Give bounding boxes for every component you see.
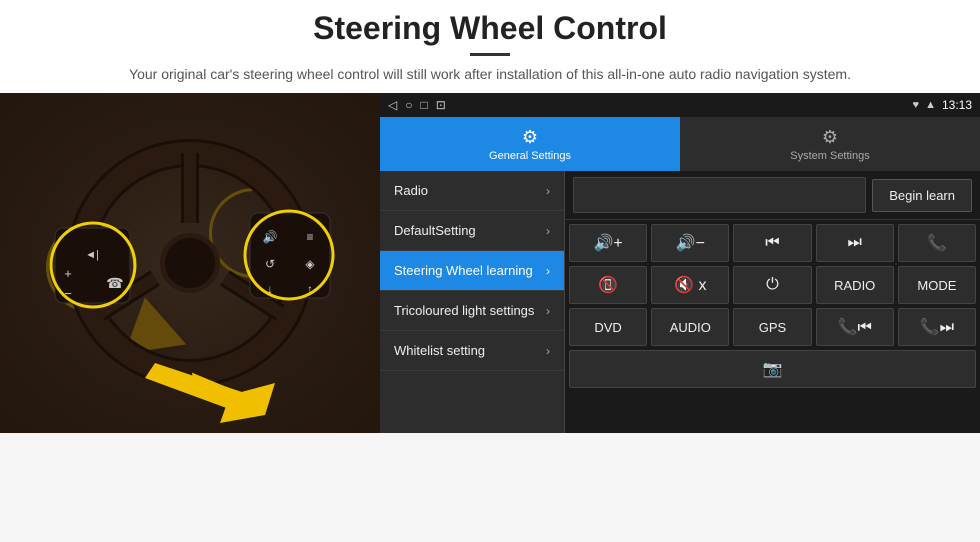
vol-up-button[interactable]: 🔊+ — [569, 224, 647, 262]
mode-button[interactable]: MODE — [898, 266, 976, 304]
menu-item-whitelist[interactable]: Whitelist setting › — [380, 331, 564, 371]
tab-system-settings[interactable]: ⚙ System Settings — [680, 117, 980, 171]
tab-general-label: General Settings — [489, 150, 571, 162]
menu-item-radio-label: Radio — [394, 183, 546, 198]
dvd-button[interactable]: DVD — [569, 308, 647, 346]
tel-next-button[interactable]: 📞⏭ — [898, 308, 976, 346]
android-ui: ◁ ○ □ ⊡ ♥ ▲ 13:13 ⚙ General Settings ⚙ S… — [380, 93, 980, 433]
control-row-3: DVD AUDIO GPS 📞⏮ 📞⏭ — [569, 308, 976, 346]
svg-text:≡: ≡ — [306, 230, 313, 244]
svg-text:☎: ☎ — [106, 275, 123, 291]
steering-wheel-image: ◄| + − ☎ 🔊 ≡ ↺ ◈ ↓ ↑ — [0, 93, 380, 433]
status-bar-right: ♥ ▲ 13:13 — [913, 98, 972, 112]
menu-item-defaultsetting[interactable]: DefaultSetting › — [380, 211, 564, 251]
next-track-button[interactable]: ⏭ — [816, 224, 894, 262]
menu-item-defaultsetting-label: DefaultSetting — [394, 223, 546, 238]
bottom-section: ◄| + − ☎ 🔊 ≡ ↺ ◈ ↓ ↑ — [0, 93, 980, 433]
page-title: Steering Wheel Control — [40, 10, 940, 47]
right-panel: Begin learn 🔊+ 🔊− ⏮ ⏭ 📞 📵 � — [565, 171, 980, 433]
prev-track-button[interactable]: ⏮ — [733, 224, 811, 262]
begin-learn-row: Begin learn — [565, 171, 980, 220]
back-icon[interactable]: ◁ — [388, 98, 397, 112]
tab-system-label: System Settings — [790, 150, 869, 162]
svg-text:↺: ↺ — [265, 257, 275, 271]
steering-bg: ◄| + − ☎ 🔊 ≡ ↺ ◈ ↓ ↑ — [0, 93, 380, 433]
screenshot-icon[interactable]: ⊡ — [436, 98, 446, 112]
chevron-icon-default: › — [546, 224, 550, 238]
control-row-2: 📵 🔇 x ⏻ RADIO MODE — [569, 266, 976, 304]
radio-button[interactable]: RADIO — [816, 266, 894, 304]
vol-down-button[interactable]: 🔊− — [651, 224, 729, 262]
top-section: Steering Wheel Control Your original car… — [0, 0, 980, 93]
status-bar-nav: ◁ ○ □ ⊡ — [388, 98, 446, 112]
media-button[interactable]: 📷 — [569, 350, 976, 388]
chevron-icon-steering: › — [546, 264, 550, 278]
learn-input-box — [573, 177, 866, 213]
page-subtitle: Your original car's steering wheel contr… — [40, 64, 940, 85]
system-settings-icon: ⚙ — [822, 127, 838, 148]
tab-general-settings[interactable]: ⚙ General Settings — [380, 117, 680, 171]
menu-list: Radio › DefaultSetting › Steering Wheel … — [380, 171, 565, 433]
steering-wheel-svg: ◄| + − ☎ 🔊 ≡ ↺ ◈ ↓ ↑ — [0, 93, 380, 433]
menu-item-radio[interactable]: Radio › — [380, 171, 564, 211]
phone-button[interactable]: 📞 — [898, 224, 976, 262]
control-row-4: 📷 — [569, 350, 976, 388]
begin-learn-button[interactable]: Begin learn — [872, 179, 972, 212]
signal-icon: ▲ — [925, 99, 936, 111]
control-row-1: 🔊+ 🔊− ⏮ ⏭ 📞 — [569, 224, 976, 262]
audio-button[interactable]: AUDIO — [651, 308, 729, 346]
menu-item-whitelist-label: Whitelist setting — [394, 343, 546, 358]
svg-text:◄|: ◄| — [85, 249, 99, 261]
menu-item-steering[interactable]: Steering Wheel learning › — [380, 251, 564, 291]
content-area: Radio › DefaultSetting › Steering Wheel … — [380, 171, 980, 433]
menu-item-tricoloured-label: Tricoloured light settings — [394, 303, 546, 318]
home-icon[interactable]: ○ — [405, 98, 412, 112]
controls-grid: 🔊+ 🔊− ⏮ ⏭ 📞 📵 🔇 x ⏻ RADIO MODE — [565, 220, 980, 433]
chevron-icon-tricoloured: › — [546, 304, 550, 318]
hangup-button[interactable]: 📵 — [569, 266, 647, 304]
menu-item-steering-label: Steering Wheel learning — [394, 263, 546, 278]
clock: 13:13 — [942, 98, 972, 112]
power-button[interactable]: ⏻ — [733, 266, 811, 304]
svg-text:🔊: 🔊 — [263, 229, 278, 244]
tel-prev-button[interactable]: 📞⏮ — [816, 308, 894, 346]
chevron-icon-whitelist: › — [546, 344, 550, 358]
recent-icon[interactable]: □ — [420, 98, 427, 112]
title-divider — [470, 53, 510, 56]
svg-text:+: + — [64, 266, 72, 281]
menu-item-tricoloured[interactable]: Tricoloured light settings › — [380, 291, 564, 331]
mute-button[interactable]: 🔇 x — [651, 266, 729, 304]
status-bar: ◁ ○ □ ⊡ ♥ ▲ 13:13 — [380, 93, 980, 117]
svg-text:◈: ◈ — [305, 257, 315, 271]
general-settings-icon: ⚙ — [522, 127, 538, 148]
gps-button[interactable]: GPS — [733, 308, 811, 346]
wifi-icon: ♥ — [913, 99, 920, 111]
chevron-icon-radio: › — [546, 184, 550, 198]
tab-bar: ⚙ General Settings ⚙ System Settings — [380, 117, 980, 171]
